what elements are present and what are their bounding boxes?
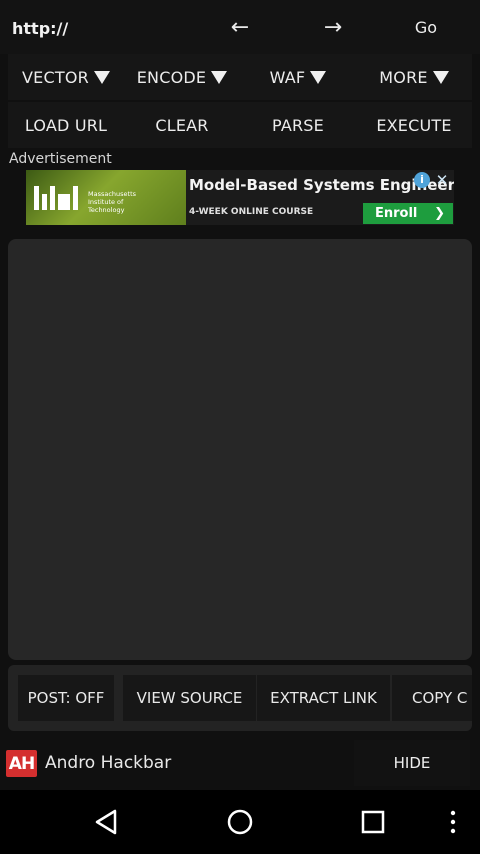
url-input[interactable] bbox=[12, 14, 212, 42]
waf-menu[interactable]: WAF bbox=[240, 54, 356, 100]
mit-logo-icon bbox=[34, 186, 78, 210]
app-logo-icon: AH bbox=[6, 750, 37, 777]
app-name: Andro Hackbar bbox=[45, 753, 172, 773]
encode-menu-label: ENCODE bbox=[136, 67, 207, 87]
bottom-action-bar: POST: OFF VIEW SOURCE EXTRACT LINK COPY … bbox=[8, 665, 472, 731]
overflow-menu-icon[interactable] bbox=[436, 806, 470, 838]
ad-banner[interactable]: Massachusetts Institute of Technology Mo… bbox=[26, 170, 454, 225]
encode-menu[interactable]: ENCODE bbox=[124, 54, 240, 100]
request-editor[interactable] bbox=[8, 239, 472, 660]
extract-link-button[interactable]: EXTRACT LINK bbox=[257, 675, 390, 721]
dropdown-triangle-icon bbox=[211, 70, 228, 84]
back-arrow-button[interactable]: ← bbox=[220, 10, 260, 44]
menu-row: VECTOR ENCODE WAF MORE bbox=[8, 54, 472, 100]
nav-home-icon[interactable] bbox=[223, 806, 257, 838]
dropdown-triangle-icon bbox=[93, 70, 110, 84]
copy-button[interactable]: COPY C bbox=[392, 675, 472, 721]
advertisement-label: Advertisement bbox=[9, 151, 112, 167]
waf-menu-label: WAF bbox=[269, 67, 306, 87]
dropdown-triangle-icon bbox=[310, 70, 327, 84]
parse-button[interactable]: PARSE bbox=[240, 102, 356, 148]
ad-image: Massachusetts Institute of Technology bbox=[26, 170, 186, 225]
nav-recents-icon[interactable] bbox=[356, 806, 390, 838]
action-row: LOAD URL CLEAR PARSE EXECUTE bbox=[8, 102, 472, 148]
hide-button[interactable]: HIDE bbox=[354, 740, 470, 786]
post-toggle-button[interactable]: POST: OFF bbox=[18, 675, 114, 721]
vector-menu[interactable]: VECTOR bbox=[8, 54, 124, 100]
vector-menu-label: VECTOR bbox=[22, 67, 89, 87]
execute-button[interactable]: EXECUTE bbox=[356, 102, 472, 148]
ad-institution: Massachusetts Institute of Technology bbox=[88, 190, 137, 214]
logo-text: AH bbox=[8, 753, 35, 774]
enroll-label: Enroll bbox=[375, 206, 418, 221]
view-source-button[interactable]: VIEW SOURCE bbox=[123, 675, 256, 721]
forward-arrow-icon: → bbox=[323, 14, 343, 40]
forward-arrow-button[interactable]: → bbox=[313, 10, 353, 44]
url-bar: ← → Go bbox=[0, 0, 480, 54]
load-url-button[interactable]: LOAD URL bbox=[8, 102, 124, 148]
ad-subtitle: 4-WEEK ONLINE COURSE bbox=[189, 207, 314, 217]
clear-button[interactable]: CLEAR bbox=[124, 102, 240, 148]
system-nav-bar bbox=[0, 790, 480, 854]
nav-back-icon[interactable] bbox=[89, 806, 123, 838]
go-button[interactable]: Go bbox=[400, 12, 452, 42]
info-icon[interactable]: i bbox=[414, 172, 430, 188]
more-menu-label: MORE bbox=[379, 67, 428, 87]
close-icon[interactable]: ✕ bbox=[432, 171, 452, 189]
enroll-button[interactable]: Enroll ❯ bbox=[363, 203, 453, 224]
dropdown-triangle-icon bbox=[432, 70, 449, 84]
more-menu[interactable]: MORE bbox=[356, 54, 472, 100]
chevron-right-icon: ❯ bbox=[434, 206, 445, 221]
back-arrow-icon: ← bbox=[230, 14, 250, 40]
